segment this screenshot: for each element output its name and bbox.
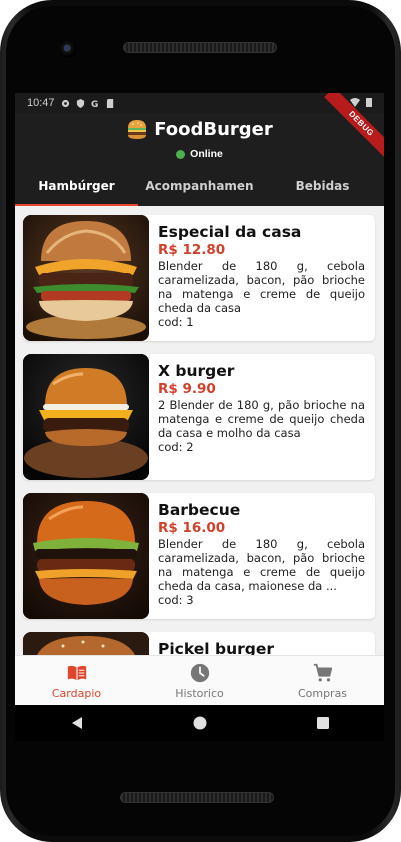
product-description: Blender de 180 g, cebola caramelizada, b…	[158, 537, 365, 593]
history-clock-icon	[190, 663, 209, 682]
tab-bebidas[interactable]: Bebidas	[261, 169, 384, 206]
product-info: X burger R$ 9.90 2 Blender de 180 g, pão…	[158, 362, 365, 454]
status-time: 10:47	[27, 97, 55, 109]
product-price: R$ 9.90	[158, 381, 216, 397]
burger-photo-3	[23, 493, 149, 619]
burger-photo-1	[23, 215, 149, 341]
product-card[interactable]: Barbecue R$ 16.00 Blender de 180 g, cebo…	[23, 493, 375, 619]
product-name: Pickel burger	[158, 640, 275, 655]
category-tabs: Hambúrger Acompanhamen Bebidas	[15, 169, 384, 206]
svg-text:G: G	[91, 100, 98, 108]
google-icon: G	[91, 100, 98, 108]
system-navigation-bar	[15, 705, 384, 741]
battery-icon	[366, 98, 372, 107]
phone-frame: 10:47 G FoodBurger Online DEBUG Hambúrge…	[0, 0, 401, 842]
app-title-row: FoodBurger	[15, 118, 384, 140]
online-dot-icon	[176, 149, 186, 159]
shield-icon	[76, 98, 84, 108]
connection-status-label: Online	[190, 148, 223, 160]
nav-historico-label: Historico	[175, 686, 224, 700]
product-image	[23, 215, 149, 341]
product-info: Barbecue R$ 16.00 Blender de 180 g, cebo…	[158, 501, 365, 607]
product-card[interactable]: Pickel burger	[23, 632, 375, 655]
screen: 10:47 G FoodBurger Online DEBUG Hambúrge…	[15, 93, 384, 741]
recents-icon[interactable]	[315, 715, 331, 731]
product-code: cod: 3	[158, 593, 194, 607]
product-card[interactable]: X burger R$ 9.90 2 Blender de 180 g, pão…	[23, 354, 375, 480]
product-info: Pickel burger	[158, 640, 365, 655]
status-indicators	[350, 97, 374, 107]
tab-acompanhamentos[interactable]: Acompanhamen	[138, 169, 261, 206]
product-price: R$ 12.80	[158, 242, 226, 258]
burger-photo-4	[23, 632, 149, 655]
product-name: Especial da casa	[158, 223, 302, 241]
front-camera	[59, 40, 77, 58]
settings-icon	[61, 99, 69, 107]
burger-photo-2	[23, 354, 149, 480]
connection-status: Online	[15, 148, 384, 160]
nav-cardapio-label: Cardapio	[51, 686, 102, 700]
app-bar: FoodBurger Online	[15, 113, 384, 169]
nav-compras[interactable]: Compras	[261, 656, 384, 705]
product-code: cod: 1	[158, 315, 194, 329]
product-image	[23, 354, 149, 480]
product-image	[23, 632, 149, 655]
sd-card-icon	[106, 98, 113, 108]
home-icon[interactable]	[192, 715, 208, 731]
product-description: Blender de 180 g, cebola caramelizada, b…	[158, 259, 365, 315]
nav-compras-label: Compras	[297, 686, 348, 700]
app-title: FoodBurger	[154, 118, 273, 140]
product-card[interactable]: Especial da casa R$ 12.80 Blender de 180…	[23, 215, 375, 341]
tab-hamburger[interactable]: Hambúrger	[15, 169, 138, 206]
menu-book-icon	[67, 665, 86, 680]
product-description: 2 Blender de 180 g, pão brioche na maten…	[158, 398, 365, 440]
burger-icon	[128, 120, 147, 139]
shopping-cart-icon	[313, 663, 332, 682]
product-name: Barbecue	[158, 501, 241, 519]
back-icon[interactable]	[69, 715, 85, 731]
nav-cardapio[interactable]: Cardapio	[15, 656, 138, 705]
product-code: cod: 2	[158, 440, 194, 454]
earpiece-speaker	[123, 42, 277, 53]
nav-historico[interactable]: Historico	[138, 656, 261, 705]
product-list: Especial da casa R$ 12.80 Blender de 180…	[15, 206, 384, 655]
product-info: Especial da casa R$ 12.80 Blender de 180…	[158, 223, 365, 329]
product-price: R$ 16.00	[158, 520, 226, 536]
bottom-speaker	[120, 792, 274, 803]
product-image	[23, 493, 149, 619]
product-name: X burger	[158, 362, 235, 380]
bottom-navigation: Cardapio Historico Compras	[15, 655, 384, 705]
